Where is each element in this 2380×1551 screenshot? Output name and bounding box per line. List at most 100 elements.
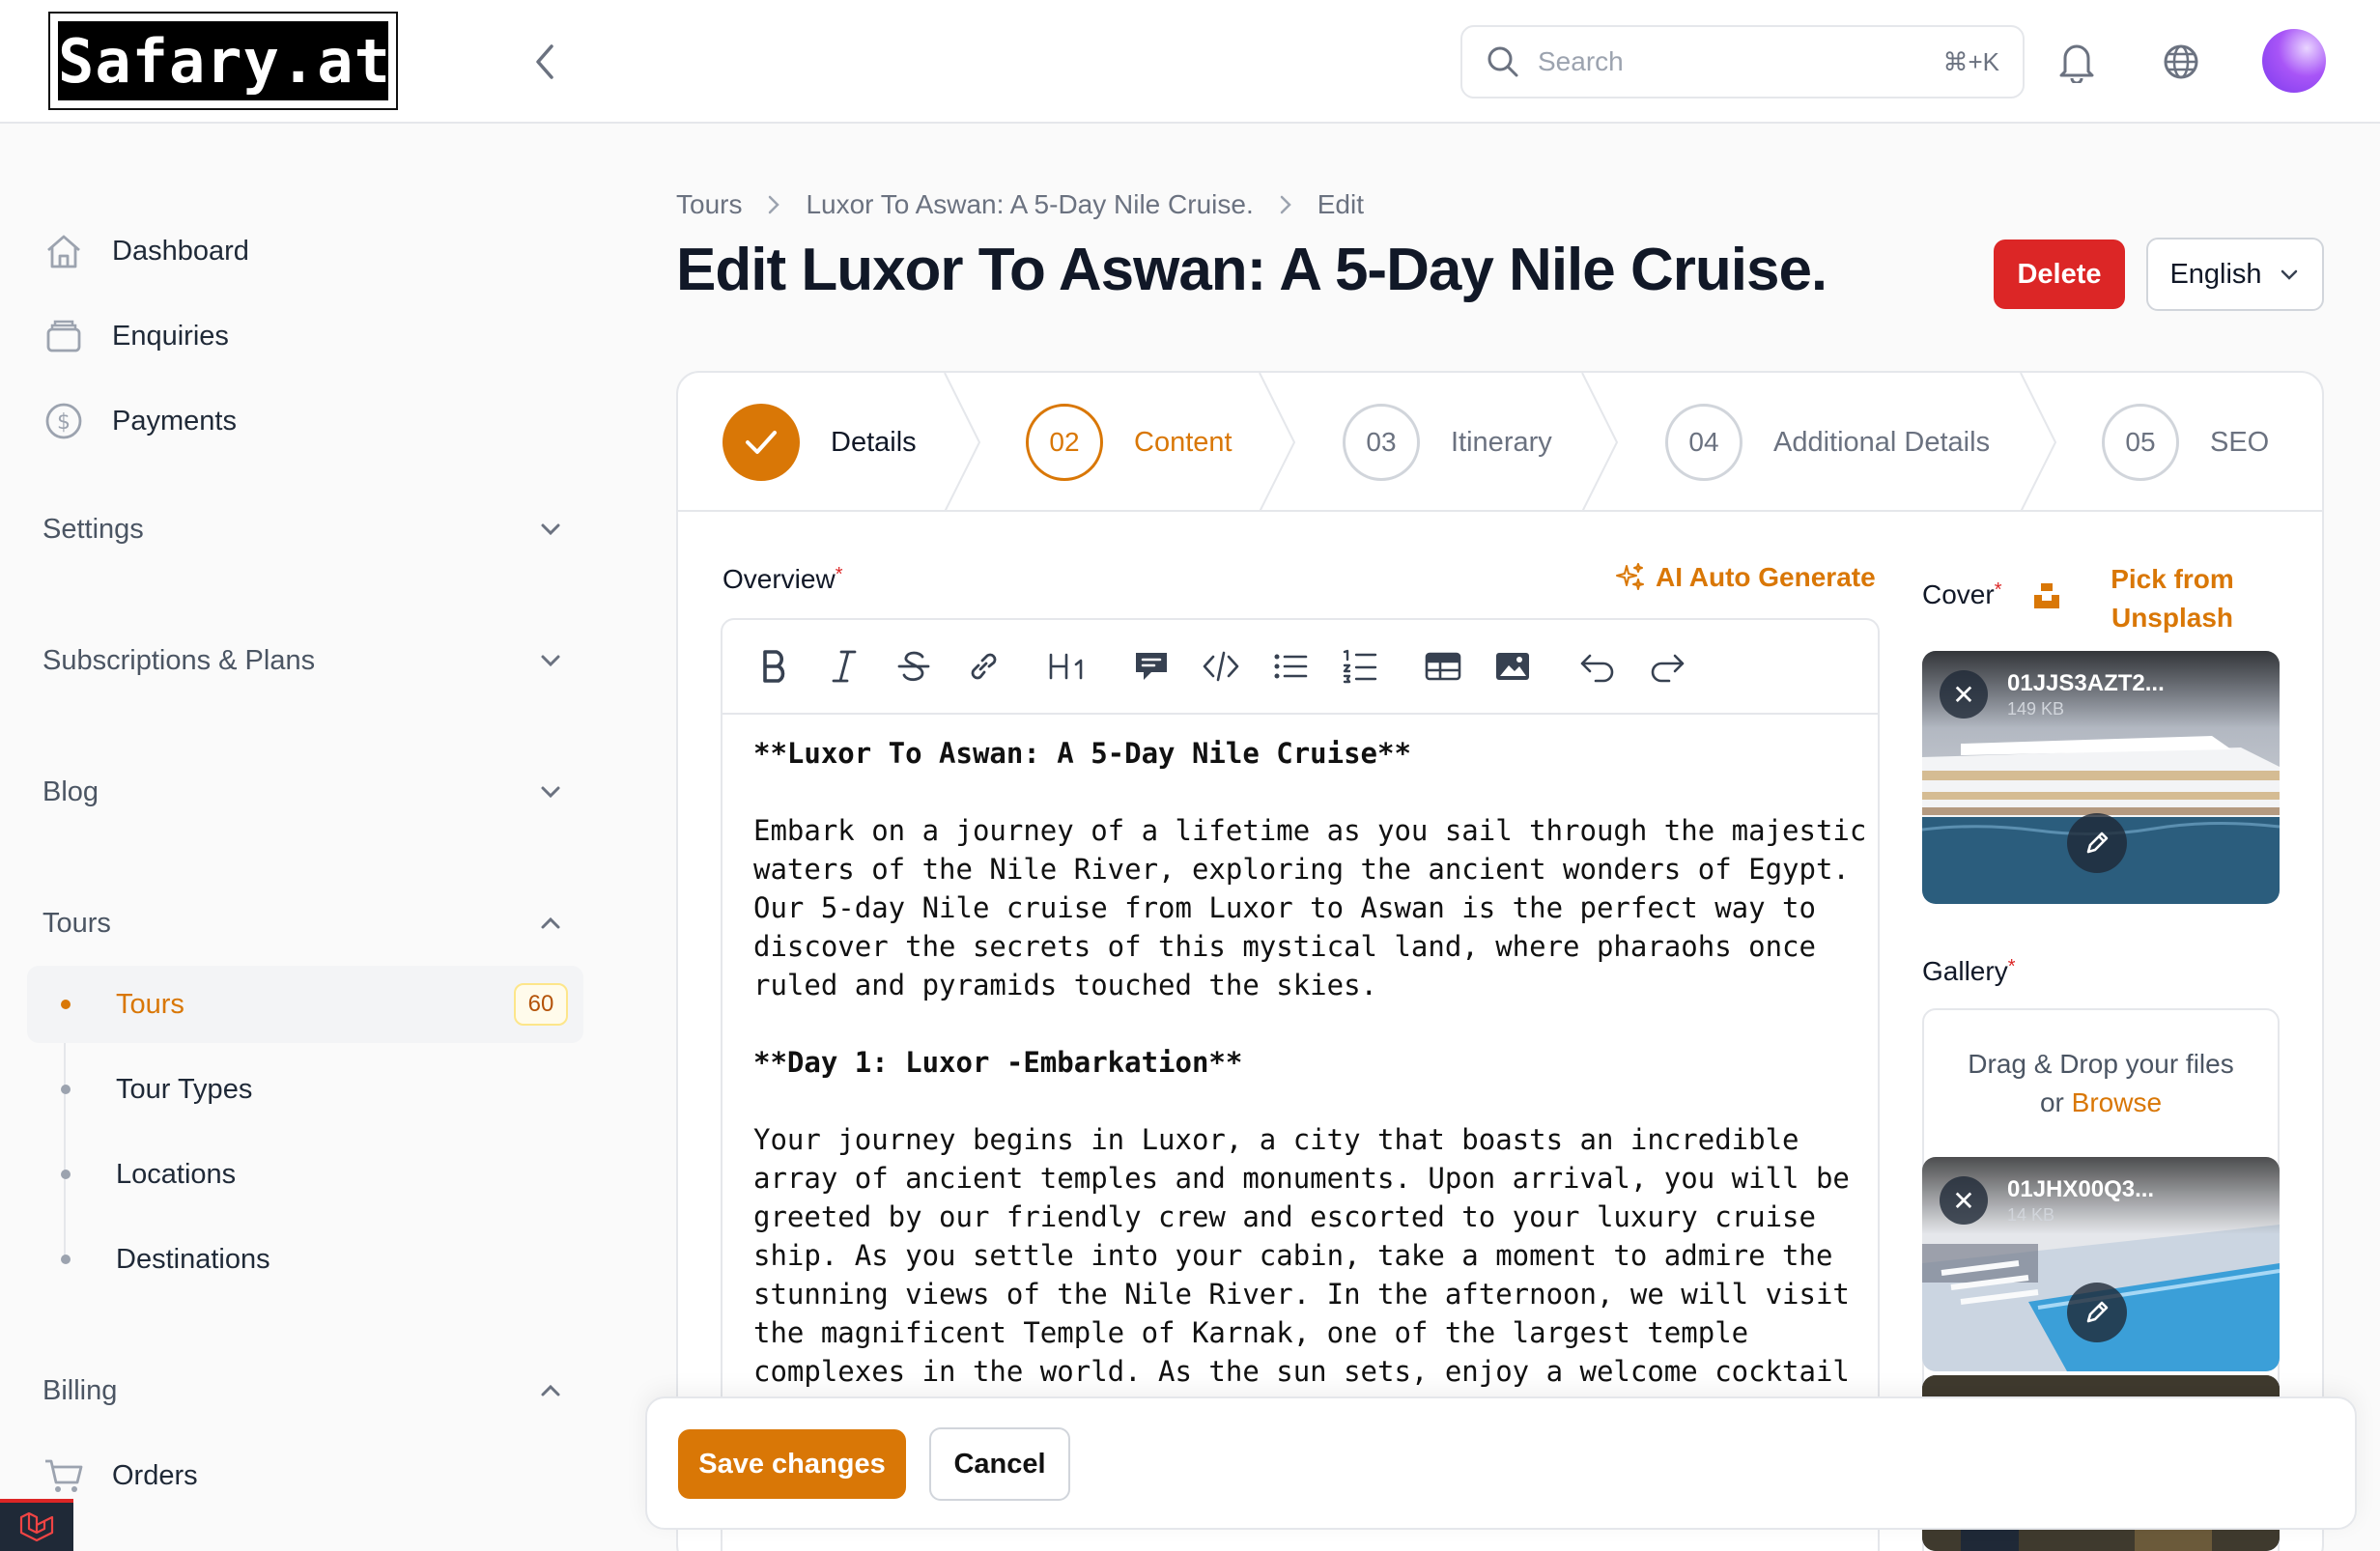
check-icon <box>722 404 800 481</box>
link-icon[interactable] <box>960 643 1006 690</box>
svg-text:$: $ <box>57 410 71 435</box>
sidebar-item-tours[interactable]: Tours 60 <box>27 966 583 1043</box>
sidebar-item-dashboard[interactable]: Dashboard <box>42 224 249 278</box>
group-label: Billing <box>42 1374 118 1406</box>
remove-file-button[interactable]: ✕ <box>1940 670 1988 719</box>
sidebar-item-locations[interactable]: Locations <box>27 1136 583 1213</box>
file-size: 14 KB <box>2007 1205 2055 1225</box>
quote-icon[interactable] <box>1128 643 1175 690</box>
language-select-value: English <box>2169 258 2262 290</box>
file-name: 01JJS3AZT2... <box>2007 670 2165 696</box>
sidebar-group-settings[interactable]: Settings <box>42 502 564 556</box>
language-switcher-button[interactable] <box>2158 39 2204 85</box>
chevron-up-icon <box>541 916 560 929</box>
ai-auto-generate-button[interactable]: AI Auto Generate <box>1615 562 1876 593</box>
logo-text: Safary.at <box>58 21 390 100</box>
cover-label: Cover* <box>1922 579 2002 610</box>
sidebar-item-label: Enquiries <box>112 320 229 352</box>
step-label: Itinerary <box>1451 426 1552 458</box>
sidebar-group-blog[interactable]: Blog <box>42 765 564 819</box>
pencil-icon <box>2086 1301 2109 1323</box>
remove-file-button[interactable]: ✕ <box>1940 1176 1988 1225</box>
browse-link[interactable]: Browse <box>2072 1087 2162 1117</box>
italic-icon[interactable] <box>821 643 867 690</box>
sidebar-item-destinations[interactable]: Destinations <box>27 1221 583 1298</box>
debugbar-button[interactable] <box>0 1499 73 1551</box>
search-placeholder: Search <box>1538 46 1624 76</box>
globe-icon <box>2164 44 2198 79</box>
cover-label-text: Cover <box>1922 579 1995 609</box>
language-select[interactable]: English <box>2146 238 2324 311</box>
edit-image-button[interactable] <box>2067 1283 2127 1342</box>
pick-from-unsplash-link[interactable]: Pick from Unsplash <box>2090 560 2254 637</box>
search-shortcut: ⌘+K <box>1942 46 1999 76</box>
content-heading: **Day 1: Luxor -Embarkation** <box>753 1046 1243 1079</box>
step-number: 03 <box>1343 404 1420 481</box>
inbox-icon <box>42 315 85 357</box>
step-details[interactable]: Details <box>722 404 917 481</box>
page-title: Edit Luxor To Aswan: A 5-Day Nile Cruise… <box>676 237 1828 303</box>
bullet-icon <box>61 1085 71 1094</box>
content-line: array of ancient temples and monuments. … <box>753 1162 1850 1195</box>
save-changes-button[interactable]: Save changes <box>678 1429 906 1499</box>
sidebar-item-enquiries[interactable]: Enquiries <box>42 309 229 363</box>
chevron-down-icon <box>541 786 560 799</box>
logo[interactable]: Safary.at <box>48 12 398 110</box>
bullet-list-icon[interactable] <box>1267 643 1314 690</box>
bullet-icon <box>61 1000 71 1009</box>
avatar[interactable] <box>2262 29 2326 93</box>
dollar-icon: $ <box>42 400 85 442</box>
sidebar-item-tour-types[interactable]: Tour Types <box>27 1051 583 1128</box>
step-itinerary[interactable]: 03 Itinerary <box>1343 404 1552 481</box>
delete-button[interactable]: Delete <box>1994 240 2125 309</box>
step-number: 05 <box>2102 404 2179 481</box>
cancel-button[interactable]: Cancel <box>929 1427 1070 1501</box>
dropzone-text: Drag & Drop your files <box>1968 1049 2234 1079</box>
step-divider <box>1259 373 1296 512</box>
notifications-button[interactable] <box>2054 39 2100 85</box>
cart-icon <box>42 1454 85 1497</box>
image-icon[interactable] <box>1489 643 1536 690</box>
overview-label-text: Overview <box>722 564 836 594</box>
chevron-left-icon <box>536 44 553 79</box>
collapse-sidebar-button[interactable] <box>522 39 568 85</box>
gallery-label-text: Gallery <box>1922 956 2008 986</box>
sidebar-group-subscriptions[interactable]: Subscriptions & Plans <box>42 634 564 688</box>
editor-content[interactable]: **Luxor To Aswan: A 5-Day Nile Cruise** … <box>753 734 1866 1391</box>
group-label: Blog <box>42 776 99 807</box>
sparkles-icon <box>1616 563 1644 590</box>
numbered-list-icon[interactable] <box>1337 643 1383 690</box>
step-number: 02 <box>1026 404 1103 481</box>
search-icon <box>1488 46 1518 77</box>
table-icon[interactable] <box>1420 643 1466 690</box>
chevron-down-icon <box>541 655 560 667</box>
breadcrumb-item[interactable]: Luxor To Aswan: A 5-Day Nile Cruise. <box>806 189 1253 220</box>
unsplash-link-line: Unsplash <box>2111 603 2234 633</box>
sidebar-item-label: Payments <box>112 405 237 437</box>
step-seo[interactable]: 05 SEO <box>2102 404 2269 481</box>
edit-image-button[interactable] <box>2067 813 2127 873</box>
code-icon[interactable] <box>1198 643 1244 690</box>
sidebar-item-orders[interactable]: Orders <box>42 1449 198 1503</box>
sidebar-item-label: Destinations <box>116 1243 270 1275</box>
sidebar-group-billing[interactable]: Billing <box>42 1364 564 1418</box>
cover-image-preview[interactable]: ✕ 01JJS3AZT2... 149 KB <box>1922 651 2280 904</box>
step-label: SEO <box>2210 426 2270 458</box>
redo-icon[interactable] <box>1644 643 1690 690</box>
search-input[interactable]: Search ⌘+K <box>1460 25 2025 99</box>
gallery-image-preview[interactable]: ✕ 01JHX00Q3... 14 KB <box>1922 1157 2280 1371</box>
step-additional-details[interactable]: 04 Additional Details <box>1665 404 1990 481</box>
sidebar-item-payments[interactable]: $ Payments <box>42 394 237 448</box>
undo-icon[interactable] <box>1574 643 1621 690</box>
bold-icon[interactable] <box>751 643 798 690</box>
form-actions-bar: Save changes Cancel <box>645 1396 2357 1530</box>
unsplash-icon <box>2034 583 2059 608</box>
strikethrough-icon[interactable] <box>891 643 937 690</box>
heading-icon[interactable] <box>1041 643 1095 690</box>
count-badge: 60 <box>514 983 568 1026</box>
step-content[interactable]: 02 Content <box>1026 404 1232 481</box>
sidebar-group-tours[interactable]: Tours <box>42 896 564 950</box>
breadcrumb-item[interactable]: Tours <box>676 189 742 220</box>
bell-icon <box>2059 44 2094 83</box>
bullet-icon <box>61 1255 71 1264</box>
